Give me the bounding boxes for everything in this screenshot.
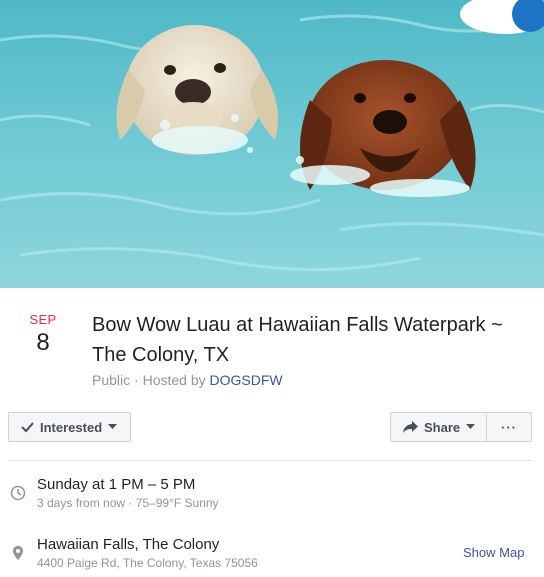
more-options-button[interactable]: ··· (486, 412, 532, 442)
check-icon (21, 421, 34, 433)
chevron-down-icon (108, 424, 118, 430)
host-link[interactable]: DOGSDFW (210, 372, 283, 388)
share-label: Share (424, 419, 461, 435)
location-pin-icon (10, 545, 26, 561)
show-map-link[interactable]: Show Map (463, 545, 524, 560)
more-options-icon: ··· (501, 419, 517, 435)
event-location[interactable]: Hawaiian Falls, The Colony (37, 536, 219, 553)
share-arrow-icon (403, 421, 418, 433)
cover-photo[interactable] (0, 0, 544, 288)
share-button[interactable]: Share (390, 412, 487, 442)
event-title: Bow Wow Luau at Hawaiian Falls Waterpark… (92, 314, 503, 366)
hosted-by-prefix: Hosted by (142, 372, 210, 388)
event-privacy-label: Public (92, 372, 131, 388)
cover-photo-illustration (0, 0, 544, 288)
interested-label: Interested (40, 419, 103, 435)
event-privacy-host: Public · Hosted by DOGSDFW (92, 372, 283, 388)
chevron-down-icon (466, 424, 476, 430)
clock-icon (10, 485, 26, 501)
divider (8, 460, 532, 461)
event-date-day: 8 (36, 329, 50, 356)
event-date: SEP 8 (20, 312, 66, 357)
event-time-detail: 3 days from now · 75–99°F Sunny (37, 496, 219, 510)
event-address: 4400 Paige Rd, The Colony, Texas 75056 (37, 556, 258, 570)
event-date-month: SEP (29, 312, 57, 327)
event-time: Sunday at 1 PM – 5 PM (37, 476, 196, 493)
interested-button[interactable]: Interested (8, 412, 131, 442)
separator-dot: · (130, 372, 143, 388)
